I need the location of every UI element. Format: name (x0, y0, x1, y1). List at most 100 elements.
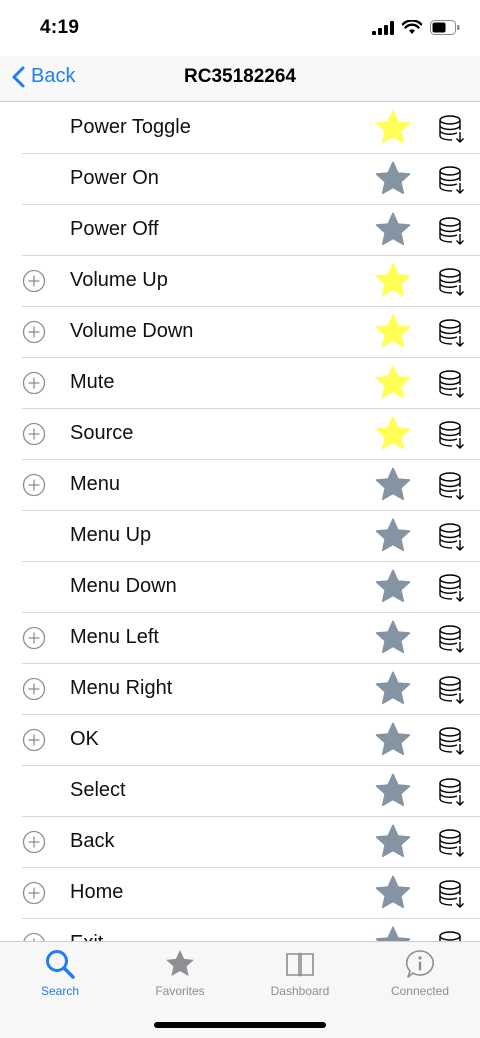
command-row[interactable]: Mute (0, 358, 480, 409)
add-circle-icon[interactable] (22, 269, 46, 293)
tab-label: Favorites (155, 984, 205, 998)
favorite-star-icon[interactable] (374, 925, 412, 941)
favorite-star-icon[interactable] (374, 262, 412, 300)
tab-dashboard[interactable]: Dashboard (240, 948, 360, 998)
favorite-star-icon[interactable] (374, 721, 412, 759)
database-download-icon[interactable] (437, 267, 467, 297)
command-label: Home (70, 881, 124, 903)
command-row[interactable]: Menu (0, 460, 480, 511)
book-icon (286, 952, 314, 977)
command-label: Menu Left (70, 626, 159, 648)
add-circle-icon[interactable] (22, 728, 46, 752)
database-download-icon[interactable] (437, 318, 467, 348)
add-circle-icon[interactable] (22, 371, 46, 395)
command-label: Menu (70, 473, 121, 495)
favorite-star-icon[interactable] (374, 160, 412, 198)
add-circle-icon[interactable] (22, 932, 46, 941)
command-row[interactable]: Select (0, 766, 480, 817)
tab-label: Dashboard (270, 984, 330, 998)
database-download-icon[interactable] (437, 828, 467, 858)
add-circle-icon[interactable] (22, 473, 46, 497)
page-title: RC35182264 (184, 66, 296, 87)
command-label: OK (70, 728, 99, 750)
add-circle-icon[interactable] (22, 320, 46, 344)
command-label: Menu Right (70, 677, 173, 699)
database-download-icon[interactable] (437, 726, 467, 756)
add-circle-icon[interactable] (22, 677, 46, 701)
favorite-star-icon[interactable] (374, 313, 412, 351)
status-bar: 4:19 (0, 0, 480, 56)
tab-label: Search (40, 984, 80, 998)
database-download-icon[interactable] (437, 522, 467, 552)
command-row[interactable]: Menu Left (0, 613, 480, 664)
command-row[interactable]: Power Off (0, 205, 480, 256)
favorite-star-icon[interactable] (374, 517, 412, 555)
info-bubble-icon (405, 950, 434, 978)
command-row[interactable]: Volume Up (0, 256, 480, 307)
command-label: Menu Down (70, 575, 177, 597)
favorite-star-icon[interactable] (374, 466, 412, 504)
database-download-icon[interactable] (437, 165, 467, 195)
database-download-icon[interactable] (437, 930, 467, 941)
tab-connected[interactable]: Connected (360, 948, 480, 998)
command-row[interactable]: Menu Down (0, 562, 480, 613)
command-list[interactable]: Power Toggle Power On Power Off Volume Up Vo… (0, 103, 480, 941)
command-label: Back (70, 830, 115, 852)
command-row[interactable]: Source (0, 409, 480, 460)
command-row[interactable]: Power On (0, 154, 480, 205)
command-row[interactable]: Menu Up (0, 511, 480, 562)
command-row[interactable]: Power Toggle (0, 103, 480, 154)
command-label: Source (70, 422, 134, 444)
status-time: 4:19 (40, 17, 80, 38)
database-download-icon[interactable] (437, 624, 467, 654)
command-row[interactable]: Home (0, 868, 480, 919)
database-download-icon[interactable] (437, 471, 467, 501)
favorite-star-icon[interactable] (374, 415, 412, 453)
tab-favorites[interactable]: Favorites (120, 948, 240, 998)
favorite-star-icon[interactable] (374, 670, 412, 708)
command-row[interactable]: Menu Right (0, 664, 480, 715)
command-label: Power Toggle (70, 116, 191, 138)
database-download-icon[interactable] (437, 369, 467, 399)
command-label: Menu Up (70, 524, 152, 546)
command-label: Power Off (70, 218, 159, 240)
database-download-icon[interactable] (437, 573, 467, 603)
command-label: Mute (70, 371, 115, 393)
database-download-icon[interactable] (437, 420, 467, 450)
command-row[interactable]: Exit (0, 919, 480, 941)
search-icon (46, 950, 75, 979)
database-download-icon[interactable] (437, 675, 467, 705)
favorite-star-icon[interactable] (374, 211, 412, 249)
add-circle-icon[interactable] (22, 830, 46, 854)
favorite-star-icon[interactable] (374, 364, 412, 402)
favorite-star-icon[interactable] (374, 772, 412, 810)
favorite-star-icon[interactable] (374, 619, 412, 657)
status-icons (372, 20, 460, 35)
command-label: Volume Up (70, 269, 168, 291)
database-download-icon[interactable] (437, 879, 467, 909)
add-circle-icon[interactable] (22, 881, 46, 905)
favorite-star-icon[interactable] (374, 823, 412, 861)
command-row[interactable]: Volume Down (0, 307, 480, 358)
battery-icon (430, 20, 460, 35)
favorite-star-icon[interactable] (374, 568, 412, 606)
command-row[interactable]: OK (0, 715, 480, 766)
add-circle-icon[interactable] (22, 422, 46, 446)
home-indicator (154, 1022, 326, 1028)
cellular-signal-icon (372, 20, 394, 35)
database-download-icon[interactable] (437, 777, 467, 807)
database-download-icon[interactable] (437, 216, 467, 246)
command-label: Volume Down (70, 320, 194, 342)
tab-label: Connected (390, 984, 450, 998)
star-icon (166, 950, 194, 976)
command-row[interactable]: Back (0, 817, 480, 868)
command-label: Exit (70, 932, 103, 941)
command-label: Power On (70, 167, 159, 189)
add-circle-icon[interactable] (22, 626, 46, 650)
wifi-icon (402, 20, 422, 34)
navigation-bar: Back RC35182264 (0, 56, 480, 102)
database-download-icon[interactable] (437, 114, 467, 144)
favorite-star-icon[interactable] (374, 874, 412, 912)
tab-search[interactable]: Search (0, 948, 120, 998)
favorite-star-icon[interactable] (374, 109, 412, 147)
